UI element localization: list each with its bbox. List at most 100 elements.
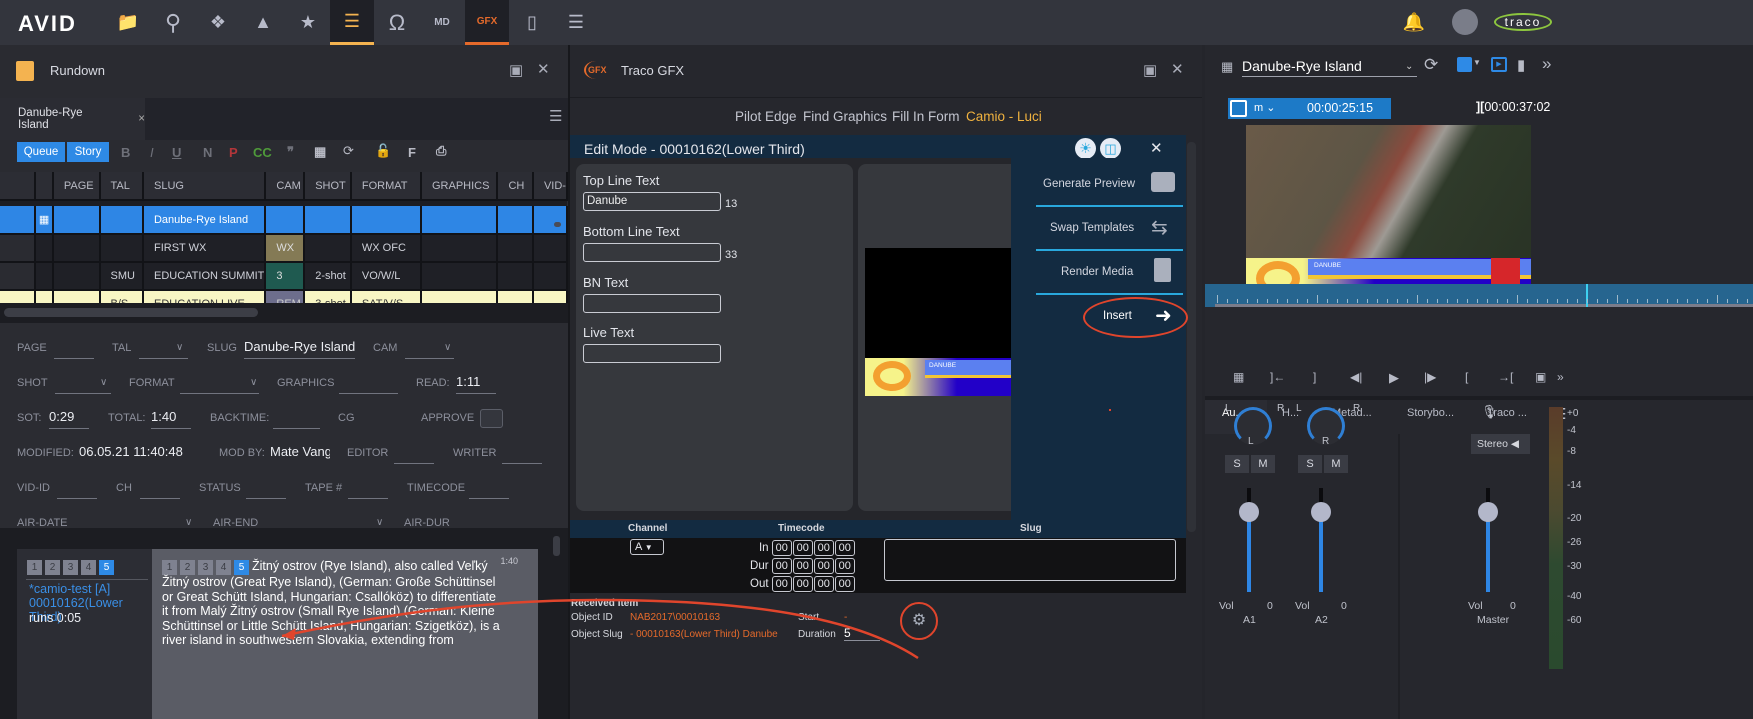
table-row[interactable]: FIRST WX WX WX OFC bbox=[0, 234, 569, 263]
cell-page[interactable] bbox=[52, 262, 101, 291]
solo-button-a1[interactable]: S bbox=[1225, 455, 1249, 473]
table-row[interactable]: ▦ Danube-Rye Island bbox=[0, 206, 569, 235]
timecode-field[interactable] bbox=[469, 498, 509, 499]
user-avatar[interactable] bbox=[1452, 9, 1478, 35]
tree-icon[interactable]: ▲ bbox=[241, 0, 285, 45]
tc-seconds[interactable]: 00 bbox=[813, 558, 834, 574]
tab-close-icon[interactable]: × bbox=[138, 113, 145, 125]
nav-pilot-edge[interactable]: Pilot Edge bbox=[735, 109, 797, 124]
tab-storyboard[interactable]: Storybo... bbox=[1407, 407, 1454, 419]
cell-graphics[interactable] bbox=[421, 234, 499, 263]
tc-seconds[interactable]: 00 bbox=[813, 576, 834, 592]
script-scrollbar[interactable] bbox=[553, 536, 560, 556]
n-button[interactable]: N bbox=[203, 145, 212, 160]
live-text-input[interactable] bbox=[583, 344, 721, 363]
play-icon[interactable]: ▶ bbox=[1389, 370, 1399, 386]
caret-down-icon[interactable]: ▼ bbox=[1473, 58, 1481, 67]
filmstrip-icon[interactable]: ▦ bbox=[314, 144, 326, 160]
col-header-format[interactable]: FORMAT bbox=[350, 172, 423, 201]
nav-fill-in-form[interactable]: Fill In Form bbox=[892, 109, 960, 124]
menu-icon[interactable]: ☰ bbox=[549, 107, 562, 125]
folder-icon[interactable]: 📁 bbox=[106, 0, 150, 45]
cell-shot[interactable] bbox=[304, 234, 352, 263]
brightness-icon[interactable]: ☀ bbox=[1075, 138, 1096, 159]
cam-select[interactable] bbox=[405, 358, 454, 359]
page-tab-3[interactable]: 3 bbox=[63, 560, 78, 575]
cell-graphics[interactable] bbox=[421, 206, 499, 235]
playhead[interactable] bbox=[1586, 284, 1589, 307]
expand-icon[interactable]: » bbox=[1542, 54, 1551, 74]
backtime-field[interactable] bbox=[273, 428, 320, 429]
cell-slug[interactable]: EDUCATION SUMMIT bbox=[142, 262, 267, 291]
col-header[interactable] bbox=[0, 172, 37, 201]
tal-select[interactable] bbox=[139, 358, 188, 359]
story-button[interactable]: Story bbox=[67, 142, 109, 162]
writer-field[interactable] bbox=[502, 463, 542, 464]
refresh-icon[interactable]: ⟳ bbox=[1424, 55, 1438, 75]
more-icon[interactable]: » bbox=[1557, 370, 1564, 384]
page-tab-3[interactable]: 3 bbox=[198, 560, 213, 575]
layout-icon[interactable]: ◫ bbox=[1100, 138, 1121, 159]
queue-button[interactable]: Queue bbox=[17, 142, 65, 162]
cell-ch[interactable] bbox=[497, 206, 534, 235]
cc-button[interactable]: CC bbox=[253, 145, 272, 160]
page-tab-1[interactable]: 1 bbox=[162, 560, 177, 575]
col-header-cam[interactable]: CAM bbox=[265, 172, 306, 201]
step-back-icon[interactable]: ◀| bbox=[1350, 370, 1362, 384]
step-forward-icon[interactable]: |▶ bbox=[1424, 370, 1436, 384]
bell-icon[interactable]: 🔔 bbox=[1392, 0, 1436, 45]
cell-page[interactable] bbox=[52, 234, 101, 263]
mute-button-a1[interactable]: M bbox=[1251, 455, 1275, 473]
script-body[interactable]: 1 2 3 4 5 Žitný ostrov (Rye Island), also cal… bbox=[162, 559, 502, 648]
sequence-select[interactable]: Danube-Rye Island bbox=[1242, 58, 1417, 77]
slug-textarea[interactable] bbox=[884, 539, 1176, 581]
gfx-icon[interactable]: GFX bbox=[465, 0, 509, 45]
cell-vid[interactable] bbox=[532, 206, 569, 235]
tc-seconds[interactable]: 00 bbox=[813, 540, 834, 556]
close-icon[interactable]: ✕ bbox=[537, 60, 550, 78]
link-icon[interactable]: ❖ bbox=[196, 0, 240, 45]
cell-format[interactable]: WX OFC bbox=[350, 234, 423, 263]
mark-out-go-icon[interactable]: ]← bbox=[1270, 370, 1285, 384]
view-mode-icon[interactable] bbox=[1457, 57, 1472, 72]
col-header-ch[interactable]: CH bbox=[497, 172, 534, 201]
tc-hours[interactable]: 00 bbox=[771, 540, 792, 556]
sot-field[interactable]: 0:29 bbox=[49, 409, 74, 424]
col-header-tal[interactable]: TAL bbox=[99, 172, 144, 201]
storyboard-icon[interactable]: ▯ bbox=[510, 0, 554, 45]
stereo-select[interactable]: Stereo ◀ bbox=[1471, 434, 1530, 454]
tc-hours[interactable]: 00 bbox=[771, 576, 792, 592]
approve-checkbox[interactable] bbox=[480, 409, 503, 428]
format-select[interactable] bbox=[180, 393, 259, 394]
close-icon[interactable]: ✕ bbox=[1150, 139, 1163, 157]
bold-button[interactable]: B bbox=[121, 145, 130, 160]
go-to-in-icon[interactable]: →[ bbox=[1498, 370, 1513, 384]
ch-field[interactable] bbox=[140, 498, 180, 499]
cell-tal[interactable] bbox=[99, 206, 144, 235]
undock-icon[interactable]: ▣ bbox=[1143, 61, 1157, 79]
tc-minutes[interactable]: 00 bbox=[792, 576, 813, 592]
cell-tal[interactable]: SMU bbox=[99, 262, 144, 291]
status-field[interactable] bbox=[246, 498, 286, 499]
plugin-button[interactable]: ⚙ bbox=[900, 602, 938, 640]
page-tab-5[interactable]: 5 bbox=[99, 560, 114, 575]
cell-ch[interactable] bbox=[497, 234, 534, 263]
col-header-graphics[interactable]: GRAPHICS bbox=[421, 172, 499, 201]
print-icon[interactable]: ⎙ bbox=[436, 143, 446, 159]
cell-shot[interactable]: 2-shot bbox=[304, 262, 352, 291]
col-header-shot[interactable]: SHOT bbox=[304, 172, 352, 201]
refresh-icon[interactable]: ⟳ bbox=[343, 143, 354, 159]
horizontal-scrollbar[interactable] bbox=[4, 308, 258, 317]
nav-camio-luci[interactable]: Camio - Luci bbox=[966, 109, 1042, 124]
graphics-field[interactable] bbox=[339, 393, 398, 394]
shot-select[interactable] bbox=[55, 393, 111, 394]
tc-frames[interactable]: 00 bbox=[834, 576, 855, 592]
tape-field[interactable] bbox=[348, 498, 388, 499]
mute-button-a2[interactable]: M bbox=[1324, 455, 1348, 473]
channel-select[interactable]: A ▼ bbox=[630, 539, 664, 555]
close-icon[interactable]: ✕ bbox=[1171, 60, 1184, 78]
cell-graphics[interactable] bbox=[421, 262, 499, 291]
fader-thumb-master[interactable] bbox=[1478, 502, 1498, 522]
layout-icon[interactable]: ▮ bbox=[1517, 56, 1525, 74]
cell-slug[interactable]: FIRST WX bbox=[142, 234, 267, 263]
